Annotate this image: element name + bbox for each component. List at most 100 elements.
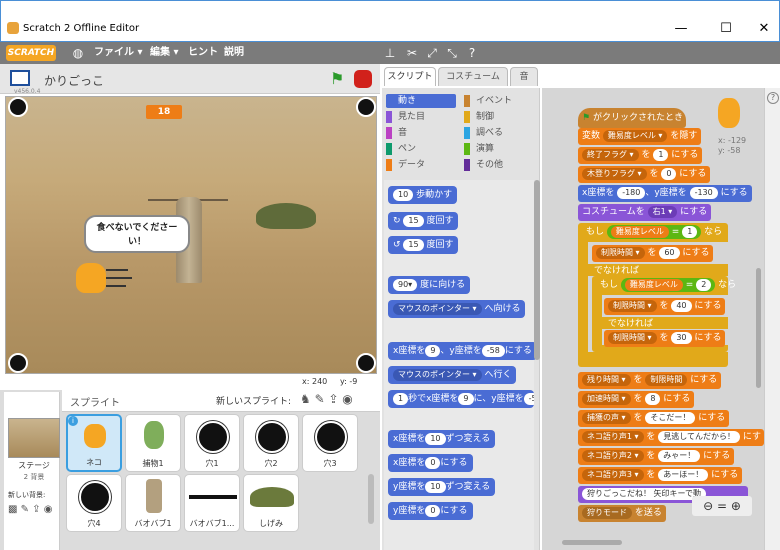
sprite-tile[interactable]: 穴4 <box>66 474 122 532</box>
sprite-tile[interactable]: バオバブ1... <box>184 474 240 532</box>
sprite-tile[interactable]: i ネコ <box>66 414 122 472</box>
category-sensing[interactable]: 調べる <box>464 126 534 140</box>
stamp-icon[interactable]: ⊥ <box>382 44 398 62</box>
script-vscrollbar[interactable] <box>756 268 761 388</box>
turn-left-block[interactable]: ↺ 15 度回す <box>388 236 459 254</box>
globe-icon[interactable]: ◍ <box>70 44 86 62</box>
category-control[interactable]: 制御 <box>464 110 534 124</box>
menu-edit[interactable]: 編集 ▾ <box>150 45 179 61</box>
set-variable-block[interactable]: ネコ語り声2 ▾ を みゃー！ にする <box>578 448 735 465</box>
speed-line <box>106 269 128 271</box>
set-variable-block[interactable]: 制限時間 ▾ を 40 にする <box>604 298 726 315</box>
go-to-xy-block[interactable]: x座標を -180 、y座標を -130 にする <box>578 185 752 202</box>
script-area[interactable]: x: -129 y: -58 ⚑ がクリックされたとき 変数 難易度レベル ▾ … <box>542 88 764 550</box>
stage-thumbnail[interactable] <box>8 418 60 458</box>
category-more[interactable]: その他 <box>464 158 534 172</box>
sprite-name: 穴4 <box>87 519 101 528</box>
category-data[interactable]: データ <box>386 158 456 172</box>
fullscreen-icon[interactable] <box>10 70 30 86</box>
zoom-controls-icon[interactable]: ⊖ = ⊕ <box>692 496 752 516</box>
sprite-tile[interactable]: 穴1 <box>184 414 240 472</box>
close-button[interactable]: ✕ <box>749 19 779 39</box>
set-variable-block[interactable]: 捕獲の声 ▾ を そこだー！ にする <box>578 410 730 427</box>
tab-sounds[interactable]: 音 <box>510 67 538 86</box>
go-to-xy-block[interactable]: x座標を 9 、y座標を -58 にする <box>388 342 537 360</box>
move-block[interactable]: 10 歩動かす <box>388 186 458 204</box>
hole-sprite <box>8 353 28 373</box>
menu-tips[interactable]: ヒント <box>188 45 218 61</box>
mouse-thumb-icon <box>144 421 164 449</box>
grow-icon[interactable]: ⤢ <box>424 44 440 62</box>
when-flag-clicked-block[interactable]: ⚑ がクリックされたとき <box>578 108 686 128</box>
sprite-tile[interactable]: 捕物1 <box>125 414 181 472</box>
category-pen[interactable]: ペン <box>386 142 456 156</box>
set-variable-block[interactable]: 制限時間 ▾ を 30 にする <box>604 330 726 347</box>
sprite-name: ネコ <box>86 458 102 467</box>
category-operators[interactable]: 演算 <box>464 142 534 156</box>
stop-icon[interactable] <box>354 70 372 88</box>
category-motion[interactable]: 動き <box>386 94 456 108</box>
glide-block[interactable]: 1秒でx座標を9に、y座標を-5 <box>388 390 534 408</box>
cut-icon[interactable]: ✂ <box>404 44 420 62</box>
shrink-icon[interactable]: ⤡ <box>444 44 460 62</box>
project-title[interactable]: かりごっこ <box>44 72 104 89</box>
help-sidebar: ? <box>764 88 780 550</box>
scratch-logo: SCRATCH <box>6 45 56 61</box>
menu-file[interactable]: ファイル ▾ <box>94 45 143 61</box>
stage-canvas[interactable]: 18 食べないでくださーい！ <box>5 96 377 374</box>
go-to-block[interactable]: マウスのポインター ▾ へ行く <box>388 366 517 384</box>
info-icon[interactable]: i <box>68 416 78 426</box>
set-variable-block[interactable]: 終了フラグ ▾ を 1 にする <box>578 147 703 164</box>
sprite-name: 穴3 <box>323 459 337 468</box>
mouse-y: y: -9 <box>340 377 358 386</box>
menu-bar: SCRATCH ◍ ファイル ▾ 編集 ▾ ヒント 説明 ⊥ ✂ ⤢ ⤡ ? <box>0 42 780 64</box>
set-variable-block[interactable]: 加速時間 ▾ を 8 にする <box>578 391 695 408</box>
set-variable-block[interactable]: ネコ語り声3 ▾ を あーほー！ にする <box>578 467 743 484</box>
block-list: 10 歩動かす ↻ 15 度回す ↺ 15 度回す 90▾ 度に向ける マウスの… <box>384 180 537 550</box>
sprite-tile[interactable]: バオバブ1 <box>125 474 181 532</box>
backdrop-tools-icon[interactable]: ▩ ✎ ⇪ ◉ <box>8 504 52 515</box>
sprite-tile[interactable]: しげみ <box>243 474 299 532</box>
set-x-block[interactable]: x座標を 0 にする <box>388 454 473 472</box>
point-towards-block[interactable]: マウスのポインター ▾ へ向ける <box>388 300 526 318</box>
category-list: 動き イベント 見た目 制御 音 調べる ペン 演算 データ その他 <box>386 94 536 178</box>
change-y-block[interactable]: y座標を 10 ずつ変える <box>388 478 496 496</box>
set-y-block[interactable]: y座標を 0 にする <box>388 502 473 520</box>
green-flag-icon[interactable]: ⚑ <box>330 70 344 88</box>
hole-thumb-icon <box>256 421 288 453</box>
turn-right-block[interactable]: ↻ 15 度回す <box>388 212 459 230</box>
palette-scrollbar[interactable] <box>534 180 540 360</box>
set-variable-block[interactable]: 木登りフラグ ▾ を 0 にする <box>578 166 711 183</box>
category-events[interactable]: イベント <box>464 94 534 108</box>
sprite-list-scrollbar[interactable] <box>368 474 374 524</box>
speed-line <box>106 285 126 287</box>
broadcast-block[interactable]: 狩りモード を送る <box>578 505 666 522</box>
sprite-name: 穴2 <box>264 459 278 468</box>
category-looks[interactable]: 見た目 <box>386 110 456 124</box>
cat-sprite[interactable] <box>76 263 106 293</box>
change-x-block[interactable]: x座標を 10 ずつ変える <box>388 430 496 448</box>
tab-costumes[interactable]: コスチューム <box>438 67 508 86</box>
help-icon[interactable]: ? <box>767 92 779 104</box>
else-label: でなければ <box>594 266 640 276</box>
sprite-tile[interactable]: 穴3 <box>302 414 358 472</box>
point-direction-block[interactable]: 90▾ 度に向ける <box>388 276 471 294</box>
mouse-x: x: 240 <box>302 377 328 386</box>
hide-variable-block[interactable]: 変数 難易度レベル ▾ を隠す <box>578 128 702 145</box>
maximize-button[interactable]: ☐ <box>711 19 741 39</box>
minimize-button[interactable]: — <box>666 19 696 39</box>
help-icon[interactable]: ? <box>464 44 480 62</box>
speech-bubble: 食べないでくださーい！ <box>84 215 190 253</box>
script-hscrollbar[interactable] <box>562 540 622 545</box>
tab-scripts[interactable]: スクリプト <box>384 67 436 86</box>
set-variable-block[interactable]: 残り時間 ▾ を 制限時間 にする <box>578 372 722 389</box>
new-sprite-tools-icon[interactable]: ♞ ✎ ⇪ ◉ <box>300 392 353 406</box>
switch-costume-block[interactable]: コスチュームを 右1 ▾ にする <box>578 204 712 221</box>
set-variable-block[interactable]: 制限時間 ▾ を 60 にする <box>592 245 714 262</box>
hole-thumb-icon <box>197 421 229 453</box>
menu-about[interactable]: 説明 <box>224 45 244 61</box>
set-variable-block[interactable]: ネコ語り声1 ▾ を 見逃してんだから！ にす <box>578 429 764 446</box>
if-header: もし 難易度レベル = 2 なら <box>600 278 737 292</box>
sprite-tile[interactable]: 穴2 <box>243 414 299 472</box>
category-sound[interactable]: 音 <box>386 126 456 140</box>
